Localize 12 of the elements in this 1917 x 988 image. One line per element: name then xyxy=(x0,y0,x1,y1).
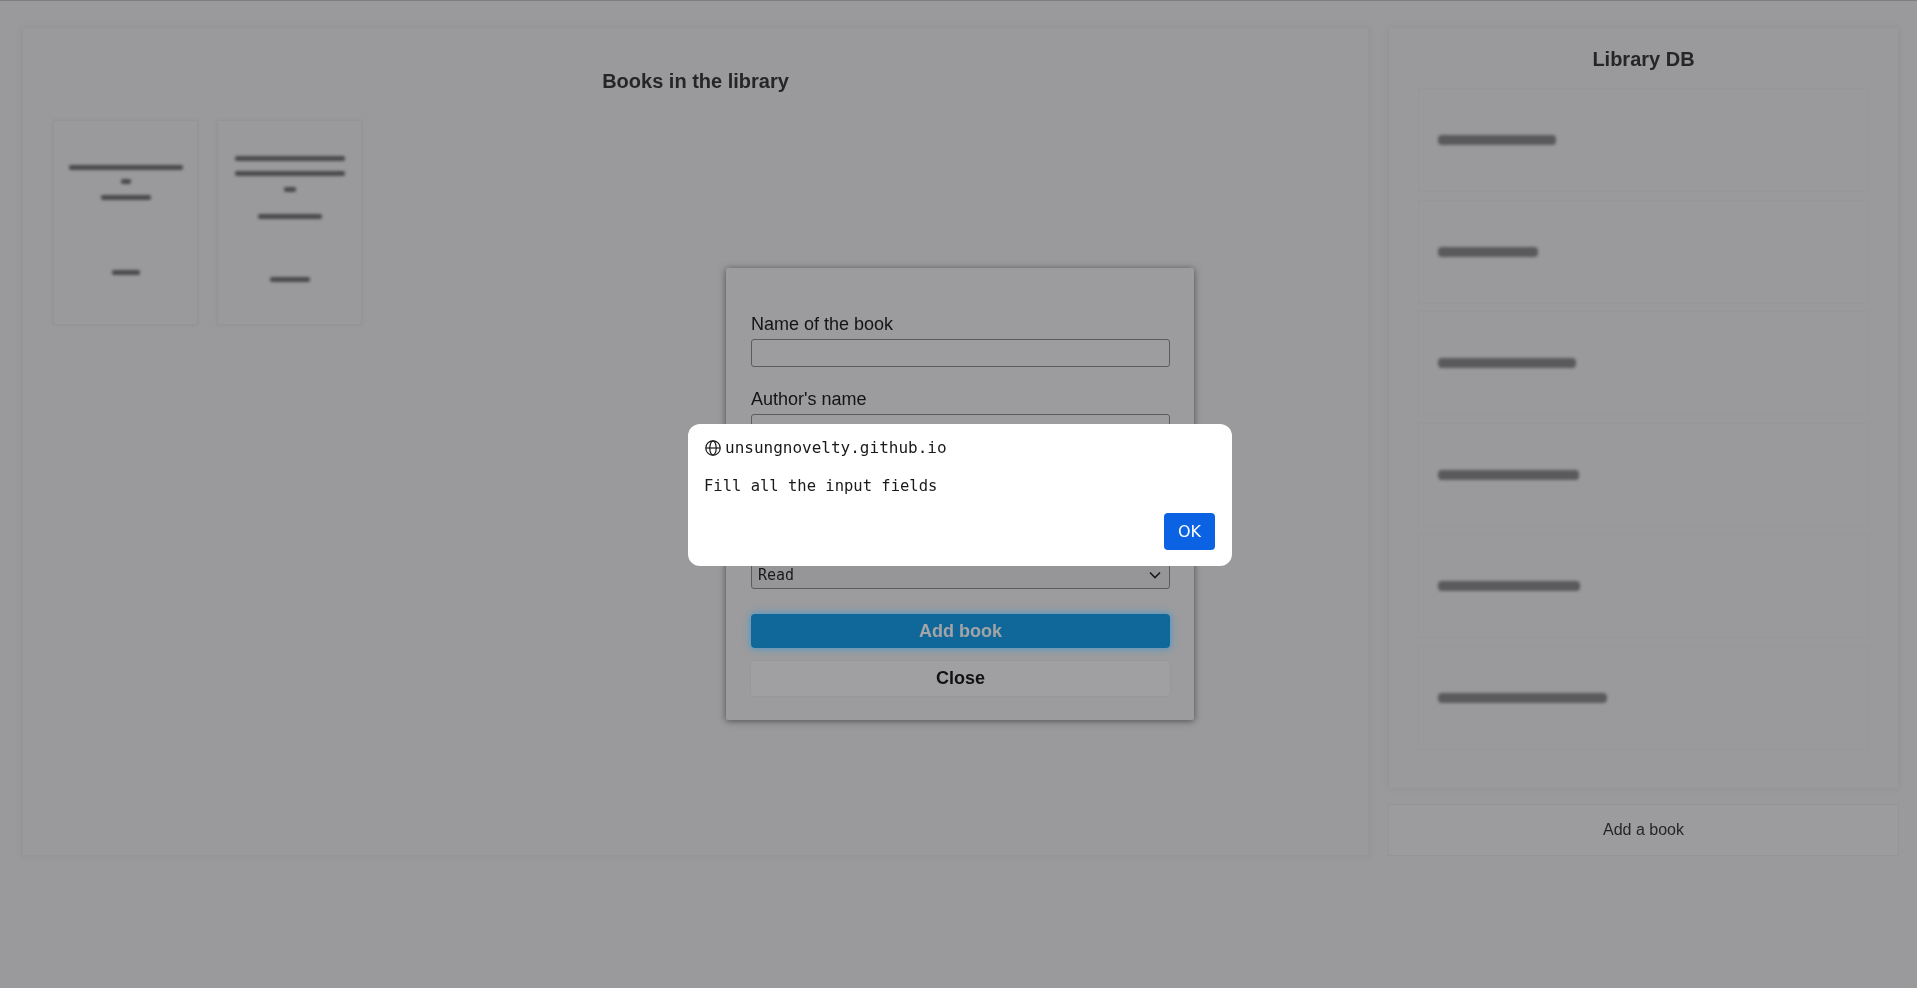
panel-heading: Books in the library xyxy=(602,70,789,93)
panel-heading: Library DB xyxy=(1592,48,1695,71)
globe-icon xyxy=(705,440,721,456)
form-button[interactable]: Close xyxy=(751,661,1170,696)
field-label: Name of the book xyxy=(751,314,894,335)
ok-button[interactable]: OK xyxy=(1164,513,1215,550)
alert-message: Fill all the input fields xyxy=(704,476,938,496)
add-book-button[interactable]: Add a book xyxy=(1388,804,1899,856)
input-field[interactable] xyxy=(751,339,1170,367)
chevron-down-icon xyxy=(1149,571,1161,579)
alert-origin: unsungnovelty.github.io xyxy=(725,438,947,458)
field-label: Author's name xyxy=(751,389,867,410)
